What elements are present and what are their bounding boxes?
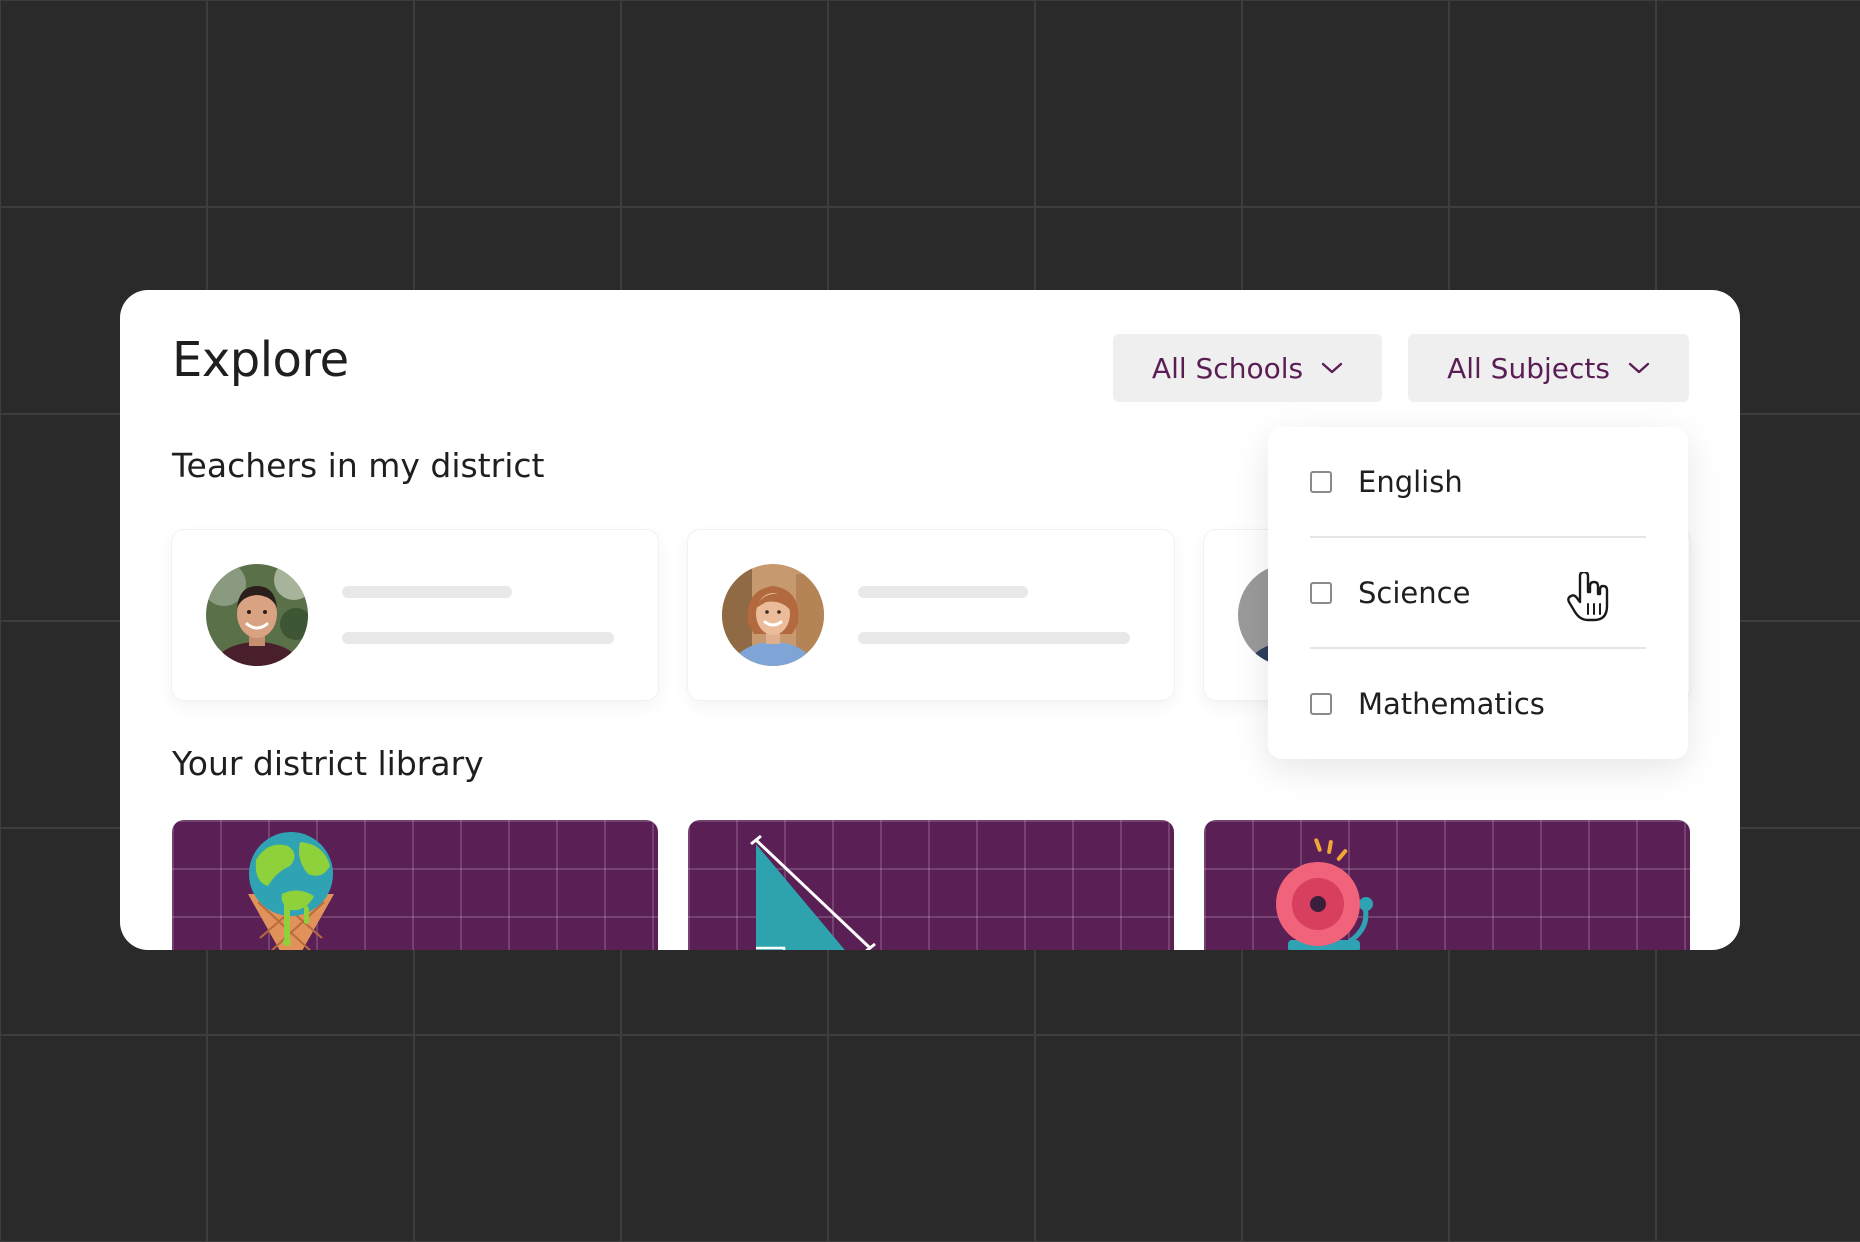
placeholder-line <box>858 586 1028 598</box>
subject-option-mathematics[interactable]: Mathematics <box>1310 649 1646 759</box>
subjects-dropdown: English Science Mathematics <box>1268 427 1688 759</box>
all-schools-filter-button[interactable]: All Schools <box>1113 334 1382 402</box>
subject-option-label: Science <box>1358 576 1471 610</box>
triangle-ruler-icon <box>750 834 876 950</box>
avatar <box>206 564 308 666</box>
mathematics-checkbox[interactable] <box>1310 693 1332 715</box>
teachers-section-title: Teachers in my district <box>172 446 545 485</box>
all-subjects-label: All Subjects <box>1447 351 1610 385</box>
library-card[interactable] <box>1204 820 1690 950</box>
avatar <box>722 564 824 666</box>
subject-option-label: English <box>1358 465 1463 499</box>
library-card[interactable] <box>172 820 658 950</box>
chevron-down-icon <box>1321 362 1343 374</box>
chevron-down-icon <box>1628 362 1650 374</box>
science-checkbox[interactable] <box>1310 582 1332 604</box>
library-section-title: Your district library <box>172 744 484 783</box>
teacher-card[interactable] <box>688 530 1174 700</box>
subject-option-label: Mathematics <box>1358 687 1545 721</box>
ice-cream-globe-icon <box>248 832 334 950</box>
hand-pointer-icon <box>1567 572 1609 622</box>
placeholder-line <box>342 586 512 598</box>
placeholder-line <box>858 632 1130 644</box>
teacher-card[interactable] <box>172 530 658 700</box>
school-bell-icon <box>1276 838 1373 950</box>
placeholder-line <box>342 632 614 644</box>
all-subjects-filter-button[interactable]: All Subjects <box>1408 334 1689 402</box>
subject-option-english[interactable]: English <box>1310 427 1646 537</box>
all-schools-label: All Schools <box>1151 351 1304 385</box>
english-checkbox[interactable] <box>1310 471 1332 493</box>
library-card[interactable] <box>688 820 1174 950</box>
page-title: Explore <box>172 332 349 388</box>
